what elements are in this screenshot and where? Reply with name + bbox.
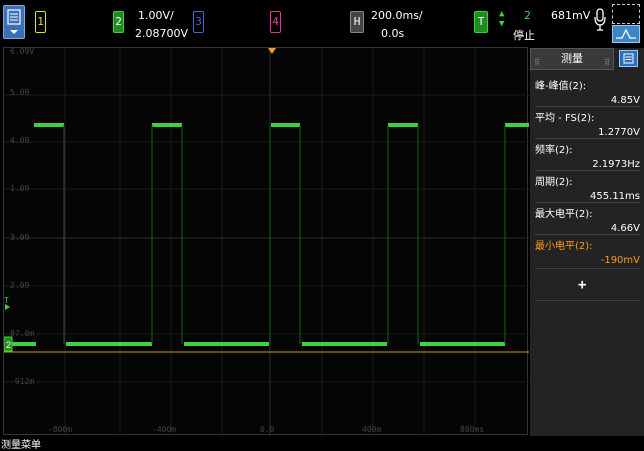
y-axis-label: 6.09V bbox=[10, 47, 35, 56]
horizontal-button[interactable]: H bbox=[350, 11, 364, 33]
divider bbox=[535, 138, 640, 139]
trigger-level[interactable]: 681mV bbox=[551, 9, 590, 22]
channel-2-scale[interactable]: 1.00V/ bbox=[138, 9, 174, 22]
divider bbox=[535, 300, 640, 301]
divider bbox=[535, 202, 640, 203]
measurement-name: 最小电平(2): bbox=[535, 241, 593, 252]
measurement-panel-tab[interactable]: ⠿ 测量 ⠿ bbox=[530, 48, 614, 70]
y-axis-label: -912m bbox=[10, 377, 35, 386]
x-axis-label: -800m bbox=[48, 425, 73, 434]
measurement-menu-label[interactable]: 测量菜单 bbox=[1, 436, 41, 451]
trigger-button[interactable]: T bbox=[474, 11, 488, 33]
divider bbox=[535, 106, 640, 107]
measurement-item[interactable]: 平均 - FS(2): 1.2770V bbox=[535, 109, 640, 138]
channel-3-button[interactable]: 3 bbox=[193, 11, 204, 33]
measurement-value: 2.1973Hz bbox=[592, 159, 640, 170]
measurement-value: 4.85V bbox=[610, 95, 640, 106]
x-axis-label: -400m bbox=[152, 425, 177, 434]
drag-handle-icon[interactable]: ⠿ bbox=[604, 53, 610, 73]
drag-handle-icon[interactable]: ⠿ bbox=[534, 53, 540, 73]
channel-4-button[interactable]: 4 bbox=[270, 11, 281, 33]
horizontal-delay[interactable]: 0.0s bbox=[381, 27, 404, 40]
measurement-name: 峰-峰值(2): bbox=[535, 81, 587, 92]
y-axis-label: 87.0m bbox=[10, 329, 35, 338]
top-toolbar: 1 2 1.00V/ 2.08700V 3 4 H 200.0ms/ 0.0s … bbox=[0, 0, 644, 46]
x-axis-label: 0.0 bbox=[260, 425, 275, 434]
measurement-item-selected[interactable]: 最小电平(2): -190mV bbox=[535, 237, 640, 266]
measurement-name: 周期(2): bbox=[535, 177, 573, 188]
measurement-item[interactable]: 最大电平(2): 4.66V bbox=[535, 205, 640, 234]
microphone-icon[interactable] bbox=[593, 7, 607, 35]
measurement-value: 4.66V bbox=[610, 223, 640, 234]
measurement-item[interactable]: 频率(2): 2.1973Hz bbox=[535, 141, 640, 170]
touch-lock-icon[interactable] bbox=[612, 4, 640, 24]
trigger-slope-icon: ▲ ▼ bbox=[499, 9, 505, 29]
divider bbox=[535, 268, 640, 269]
y-axis-label: 4.09 bbox=[10, 136, 30, 145]
add-measurement-button[interactable]: + bbox=[578, 277, 586, 293]
channel-1-button[interactable]: 1 bbox=[35, 11, 46, 33]
measurement-name: 平均 - FS(2): bbox=[535, 113, 595, 124]
svg-text:2: 2 bbox=[6, 340, 11, 350]
list-icon bbox=[7, 9, 21, 34]
x-axis-label: 800ms bbox=[460, 425, 485, 434]
trigger-source[interactable]: 2 bbox=[524, 9, 531, 22]
measurement-value: 455.11ms bbox=[590, 191, 640, 202]
measurement-value: 1.2770V bbox=[598, 127, 640, 138]
run-state: 停止 bbox=[513, 29, 535, 42]
panel-menu-icon[interactable] bbox=[619, 50, 638, 67]
channel-2-offset[interactable]: 2.08700V bbox=[135, 27, 188, 40]
divider bbox=[535, 170, 640, 171]
divider bbox=[535, 234, 640, 235]
y-axis-label: 2.09 bbox=[10, 281, 30, 290]
y-axis-label: 1.09 bbox=[10, 184, 30, 193]
measurement-panel-title: 测量 bbox=[561, 52, 583, 65]
waveform-display[interactable]: 2 bbox=[3, 47, 529, 436]
measurement-name: 最大电平(2): bbox=[535, 209, 593, 220]
measurement-name: 频率(2): bbox=[535, 145, 573, 156]
waveform-icon[interactable] bbox=[612, 25, 640, 43]
main-menu-button[interactable] bbox=[3, 5, 25, 39]
trigger-marker-label: T bbox=[4, 296, 9, 305]
x-axis-label: 400m bbox=[362, 425, 382, 434]
measurement-item[interactable]: 周期(2): 455.11ms bbox=[535, 173, 640, 202]
measurement-item[interactable]: 峰-峰值(2): 4.85V bbox=[535, 77, 640, 106]
channel-2-button[interactable]: 2 bbox=[113, 11, 124, 33]
horizontal-scale[interactable]: 200.0ms/ bbox=[371, 9, 423, 22]
y-axis-label: 3.09 bbox=[10, 233, 30, 242]
y-axis-label: 5.09 bbox=[10, 88, 30, 97]
measurement-value: -190mV bbox=[600, 255, 640, 266]
